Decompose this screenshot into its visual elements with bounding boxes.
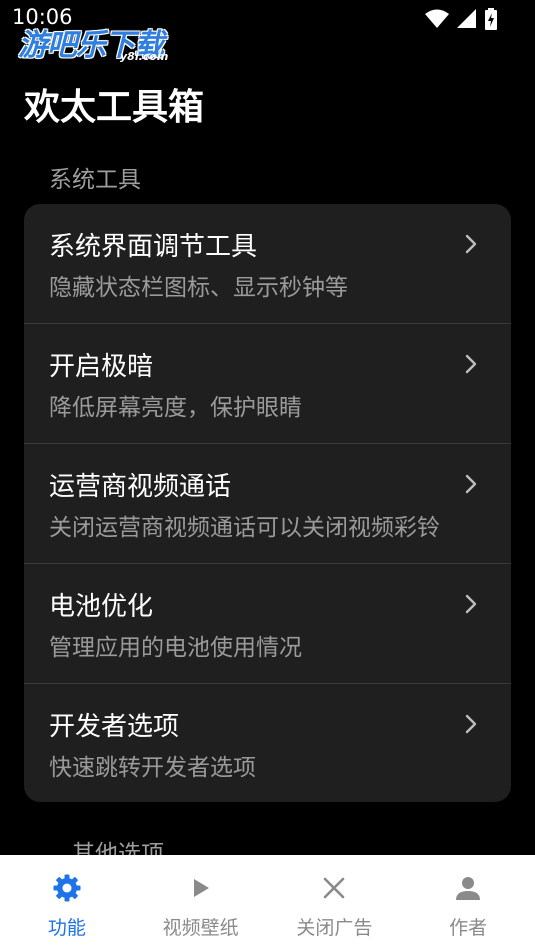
section-label-system-tools: 系统工具 [49,167,141,193]
chevron-right-icon [465,474,477,498]
page-title: 欢太工具箱 [24,87,205,128]
play-icon [190,873,212,903]
nav-tab-video-wallpaper[interactable]: 视频壁纸 [134,855,268,951]
close-icon [322,873,346,903]
signal-icon [457,9,477,29]
nav-tab-author[interactable]: 作者 [401,855,535,951]
list-item-title: 电池优化 [49,592,154,622]
nav-label: 作者 [449,917,488,939]
list-item-description: 管理应用的电池使用情况 [49,635,302,661]
list-item-extra-dim[interactable]: 开启极暗 降低屏幕亮度，保护眼睛 [24,324,511,444]
list-item-developer-options[interactable]: 开发者选项 快速跳转开发者选项 [24,684,511,802]
gear-icon [52,873,82,903]
system-tools-card: 系统界面调节工具 隐藏状态栏图标、显示秒钟等 开启极暗 降低屏幕亮度，保护眼睛 … [24,204,511,802]
list-item-description: 降低屏幕亮度，保护眼睛 [49,395,302,421]
list-item-description: 关闭运营商视频通话可以关闭视频彩铃 [49,515,440,541]
list-item-title: 系统界面调节工具 [49,232,258,262]
nav-tab-features[interactable]: 功能 [0,855,134,951]
chevron-right-icon [465,234,477,258]
list-item-title: 开发者选项 [49,712,180,742]
list-item-ui-tuner[interactable]: 系统界面调节工具 隐藏状态栏图标、显示秒钟等 [24,204,511,324]
watermark-logo: 游吧乐下载 y8l.com [16,14,188,66]
nav-label: 视频壁纸 [162,917,239,939]
app-screen: 10:06 游吧乐下载 y8l.com 欢太工具箱 系统工具 系统界面调节工具 … [0,0,535,951]
list-item-carrier-video-call[interactable]: 运营商视频通话 关闭运营商视频通话可以关闭视频彩铃 [24,444,511,564]
watermark-sub-text: y8l.com [120,50,169,63]
list-item-title: 开启极暗 [49,352,154,382]
person-icon [454,873,482,903]
chevron-right-icon [465,714,477,738]
nav-label: 关闭广告 [296,917,373,939]
chevron-right-icon [465,594,477,618]
list-item-description: 快速跳转开发者选项 [49,755,256,781]
nav-label: 功能 [47,917,86,939]
nav-tab-close-ads[interactable]: 关闭广告 [268,855,402,951]
wifi-icon [425,9,449,29]
list-item-description: 隐藏状态栏图标、显示秒钟等 [49,275,348,301]
list-item-battery-optimization[interactable]: 电池优化 管理应用的电池使用情况 [24,564,511,684]
status-icons [425,8,497,30]
chevron-right-icon [465,354,477,378]
list-item-title: 运营商视频通话 [49,472,232,502]
battery-icon [485,8,497,30]
bottom-navigation: 功能 视频壁纸 关闭广告 作者 [0,855,535,951]
